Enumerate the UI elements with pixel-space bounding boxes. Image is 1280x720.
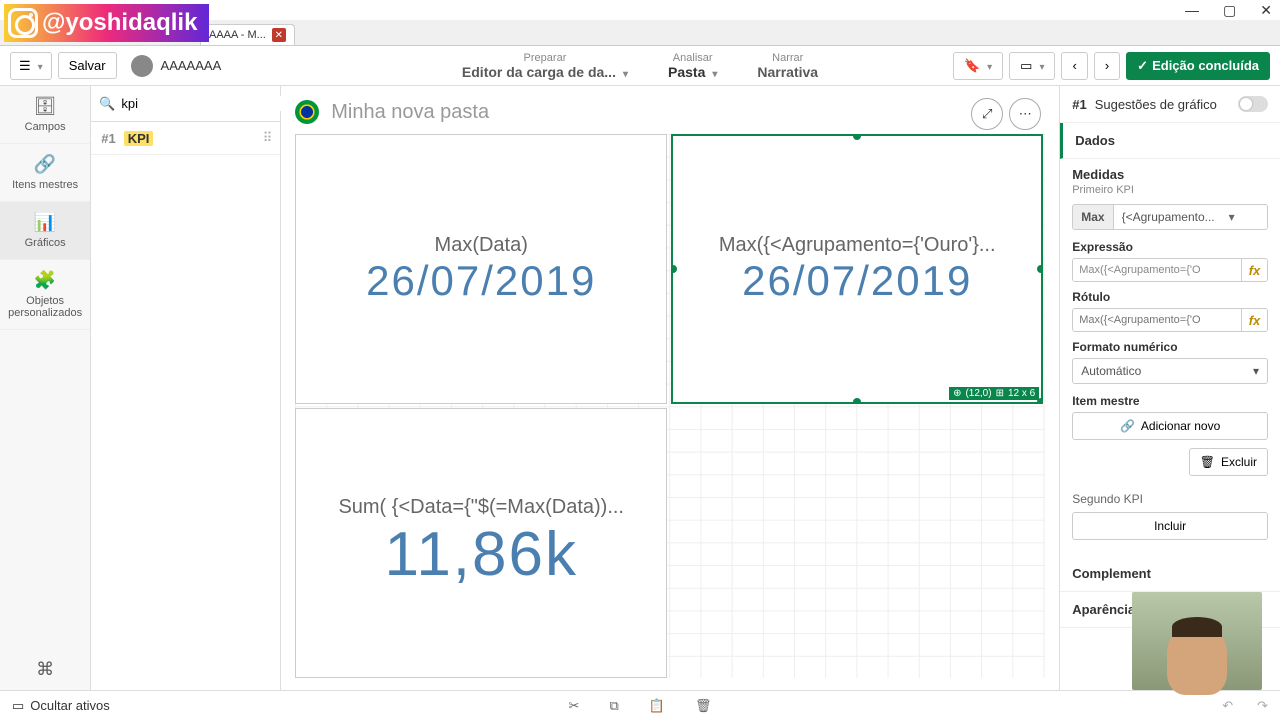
kpi-object-1[interactable]: Max(Data) 26/07/2019: [295, 134, 667, 404]
chart-suggestions-toggle[interactable]: [1238, 96, 1268, 112]
nav-custom-objects[interactable]: 🧩Objetos personalizados: [0, 260, 90, 330]
instagram-overlay: @yoshidaqlik: [4, 4, 209, 42]
maximize-icon[interactable]: ▢: [1223, 2, 1236, 19]
nav-fields[interactable]: 🗄Campos: [0, 86, 90, 144]
drag-handle-icon[interactable]: ⠿: [263, 130, 271, 146]
flag-brazil-icon: [295, 100, 319, 124]
label-label: Rótulo: [1072, 290, 1268, 304]
tab-title: AAAA - M...: [209, 29, 266, 41]
kpi-value: 26/07/2019: [742, 257, 972, 305]
add-master-button[interactable]: 🔗Adicionar novo: [1072, 412, 1268, 440]
expression-input[interactable]: [1073, 259, 1241, 281]
asset-panel: 🔍 ✕ #1 KPI ⠿: [91, 86, 281, 691]
close-icon[interactable]: ✕: [1260, 2, 1272, 19]
resize-handle[interactable]: [1037, 265, 1043, 273]
agg-field: {<Agrupamento...: [1114, 205, 1223, 229]
cut-icon[interactable]: ✂: [569, 698, 580, 714]
nav-analyze[interactable]: Analisar Pasta: [648, 50, 737, 82]
kpi-title: Sum( {<Data={"$(=Max(Data))...: [334, 496, 628, 519]
sheet-title[interactable]: Minha nova pasta: [331, 101, 489, 124]
menu-button[interactable]: ☰: [10, 52, 52, 80]
chevron-down-icon: ▾: [1223, 205, 1267, 229]
measures-heading: Medidas: [1072, 167, 1268, 182]
resize-handle[interactable]: [853, 398, 861, 404]
expand-button[interactable]: ⤢: [971, 98, 1003, 130]
center-nav: Preparar Editor da carga de da... Analis…: [442, 50, 838, 82]
format-select[interactable]: Automático▾: [1072, 358, 1268, 384]
save-button[interactable]: Salvar: [58, 52, 117, 79]
resize-handle[interactable]: [853, 134, 861, 140]
accordion-data[interactable]: Dados: [1060, 123, 1280, 159]
copy-icon[interactable]: ⧉: [609, 698, 618, 714]
tab-close-icon[interactable]: ✕: [272, 28, 286, 42]
expression-label: Expressão: [1072, 240, 1268, 254]
fx-button[interactable]: fx: [1241, 309, 1267, 331]
accordion-complement[interactable]: Complement: [1060, 556, 1280, 592]
nav-charts[interactable]: 📊Gráficos: [0, 202, 90, 260]
kpi-title: Max({<Agrupamento={'Ouro'}...: [715, 234, 1000, 257]
link-icon: 🔗: [34, 154, 56, 175]
link-icon: 🔗: [1120, 419, 1135, 433]
puzzle-icon: 🧩: [34, 270, 56, 291]
delete-measure-button[interactable]: 🗑Excluir: [1189, 448, 1268, 476]
position-badge: ⊕(12,0)⊞12 x 6: [949, 387, 1039, 400]
asset-name: KPI: [124, 131, 154, 146]
kpi-object-2-selected[interactable]: Max({<Agrupamento={'Ouro'}... 26/07/2019…: [671, 134, 1043, 404]
bookmark-button[interactable]: 🔖: [953, 52, 1003, 80]
search-icon: 🔍: [99, 96, 115, 112]
instagram-handle: @yoshidaqlik: [42, 9, 197, 37]
main-toolbar: ☰ Salvar AAAAAAA Preparar Editor da carg…: [0, 46, 1280, 86]
hide-assets-toggle[interactable]: ▭ Ocultar ativos: [12, 698, 110, 714]
undo-icon[interactable]: ↶: [1222, 698, 1233, 714]
app-icon: [131, 55, 153, 77]
database-icon: 🗄: [34, 96, 57, 117]
nav-variables[interactable]: ⌘: [0, 649, 90, 691]
variables-icon: ⌘: [36, 659, 54, 680]
prev-sheet-button[interactable]: ‹: [1061, 52, 1087, 80]
first-kpi-label: Primeiro KPI: [1072, 184, 1268, 196]
next-sheet-button[interactable]: ›: [1094, 52, 1120, 80]
kpi-value: 26/07/2019: [366, 257, 596, 305]
asset-kpi[interactable]: #1 KPI ⠿: [91, 122, 280, 155]
sheet-canvas: Minha nova pasta ⤢ ⋯ Max(Data) 26/07/201…: [281, 86, 1059, 691]
presenter-face: [1167, 625, 1227, 695]
fx-button[interactable]: fx: [1241, 259, 1267, 281]
nav-narrate[interactable]: Narrar Narrativa: [737, 50, 838, 82]
format-label: Formato numérico: [1072, 340, 1268, 354]
redo-icon[interactable]: ↷: [1257, 698, 1268, 714]
nav-master-items[interactable]: 🔗Itens mestres: [0, 144, 90, 202]
app-name-text: AAAAAAA: [161, 58, 222, 73]
chart-icon: 📊: [34, 212, 56, 233]
kpi-value: 11,86k: [384, 519, 578, 590]
trash-icon: 🗑: [1200, 455, 1215, 469]
left-nav-sidebar: 🗄Campos 🔗Itens mestres 📊Gráficos 🧩Objeto…: [0, 86, 91, 691]
asset-search: 🔍 ✕: [91, 86, 280, 122]
browser-tab[interactable]: AAAA - M... ✕: [200, 24, 295, 45]
master-item-label: Item mestre: [1072, 394, 1268, 408]
search-input[interactable]: [121, 96, 297, 111]
more-options-button[interactable]: ⋯: [1009, 98, 1041, 130]
asset-index: #1: [101, 131, 115, 146]
agg-function: Max: [1073, 205, 1113, 229]
minimize-icon[interactable]: —: [1185, 2, 1199, 18]
sheets-button[interactable]: ▭: [1009, 52, 1055, 80]
done-editing-button[interactable]: ✓ Edição concluída: [1126, 52, 1270, 80]
prop-header: #1 Sugestões de gráfico: [1060, 86, 1280, 123]
aggregation-selector[interactable]: Max {<Agrupamento... ▾: [1072, 204, 1268, 230]
kpi-title: Max(Data): [431, 234, 532, 257]
instagram-icon: [8, 8, 38, 38]
kpi-object-3[interactable]: Sum( {<Data={"$(=Max(Data))... 11,86k: [295, 408, 667, 678]
webcam-overlay: [1132, 592, 1262, 690]
paste-icon[interactable]: 📋: [649, 698, 665, 714]
status-bar: ▭ Ocultar ativos ✂ ⧉ 📋 🗑 ↶ ↷: [0, 690, 1280, 720]
second-kpi-label: Segundo KPI: [1072, 492, 1268, 506]
layout-grid[interactable]: Max(Data) 26/07/2019 Max({<Agrupamento={…: [295, 134, 1045, 678]
include-second-kpi-button[interactable]: Incluir: [1072, 512, 1268, 540]
app-name-display[interactable]: AAAAAAA: [123, 55, 230, 77]
nav-prepare[interactable]: Preparar Editor da carga de da...: [442, 50, 648, 82]
delete-icon[interactable]: 🗑: [695, 698, 712, 714]
resize-handle[interactable]: [671, 265, 677, 273]
label-input[interactable]: [1073, 309, 1241, 331]
chevron-down-icon: ▾: [1253, 364, 1259, 378]
